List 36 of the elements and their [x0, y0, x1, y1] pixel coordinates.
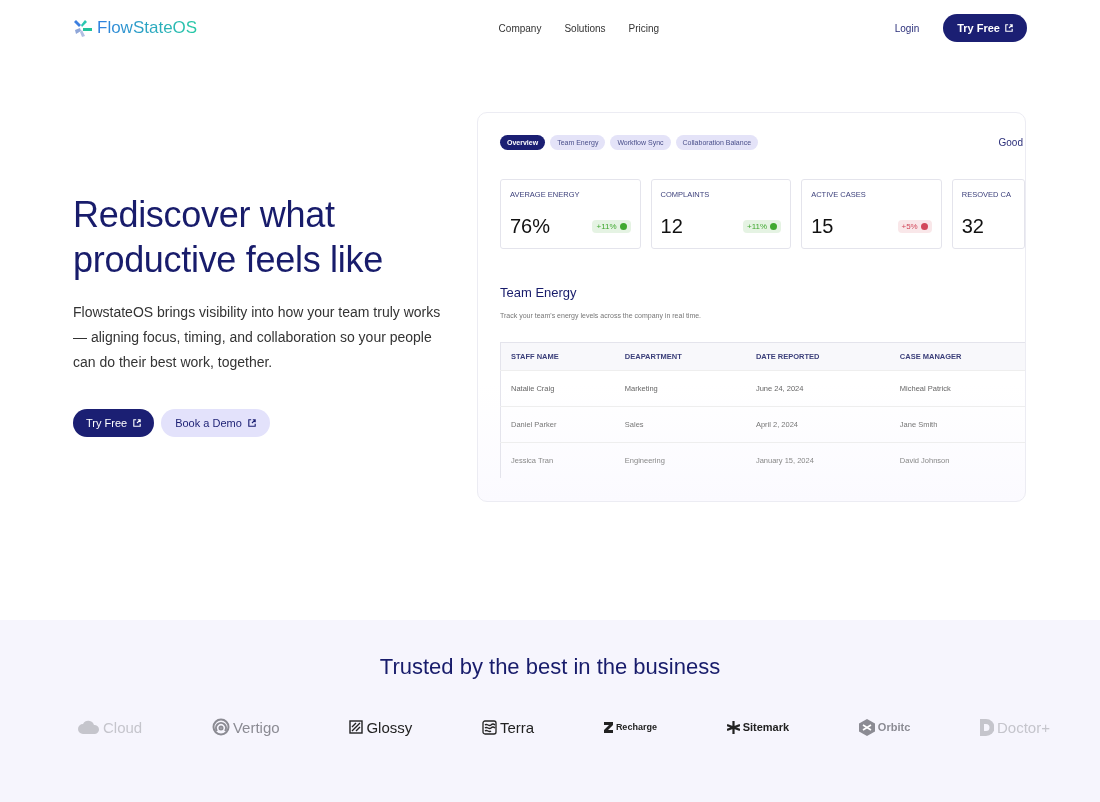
nav-link[interactable]: Company — [498, 22, 542, 34]
section-title: Trusted by the best in the business — [378, 654, 722, 680]
nav-link[interactable]: Pricing — [628, 22, 660, 34]
asterisk-icon — [726, 720, 740, 734]
d-shape-icon — [980, 718, 994, 736]
section-title: Team Energy — [500, 285, 578, 300]
book-demo-button[interactable]: Book a Demo — [161, 409, 270, 437]
greeting-text: Good — [998, 137, 1024, 148]
stat-value: 12 — [660, 215, 683, 238]
square-slash-icon — [349, 720, 364, 734]
try-free-button[interactable]: Try Free — [943, 14, 1027, 42]
external-link-icon — [247, 419, 256, 427]
cloud-icon — [78, 720, 100, 734]
company-logo-text: Sitemark — [742, 721, 790, 733]
square-waves-icon — [481, 719, 497, 735]
try-free-button[interactable]: Try Free — [73, 409, 155, 437]
ring-icon — [211, 718, 230, 736]
hero-headline: Rediscover what productive feels like — [73, 193, 384, 282]
hero-description: FlowstateOS brings visibility into how your team truly works — aligning focus, timing, and collaboration so your people can do their best work, together. — [73, 303, 442, 372]
company-logo-text: Orbitc — [877, 721, 911, 733]
change-badge: +11% — [743, 220, 782, 233]
stat-value: 15 — [811, 215, 834, 238]
stat-value: 76% — [510, 215, 551, 238]
company-logo-text: Glossy — [366, 718, 413, 736]
change-badge: +5% — [897, 220, 932, 233]
change-badge: +11% — [592, 220, 631, 233]
logo-icon — [73, 18, 93, 38]
external-link-icon — [133, 419, 142, 427]
stat-value: 32 — [961, 215, 984, 238]
nav-link[interactable]: Solutions — [564, 22, 606, 34]
company-logo-text: Vertigo — [232, 718, 280, 736]
company-logo-text: Recharge — [615, 722, 657, 732]
company-logo-text: Terra — [499, 718, 535, 736]
login-link[interactable]: Login — [894, 22, 920, 34]
hexagon-icon — [858, 718, 875, 736]
external-link-icon — [1005, 24, 1013, 32]
